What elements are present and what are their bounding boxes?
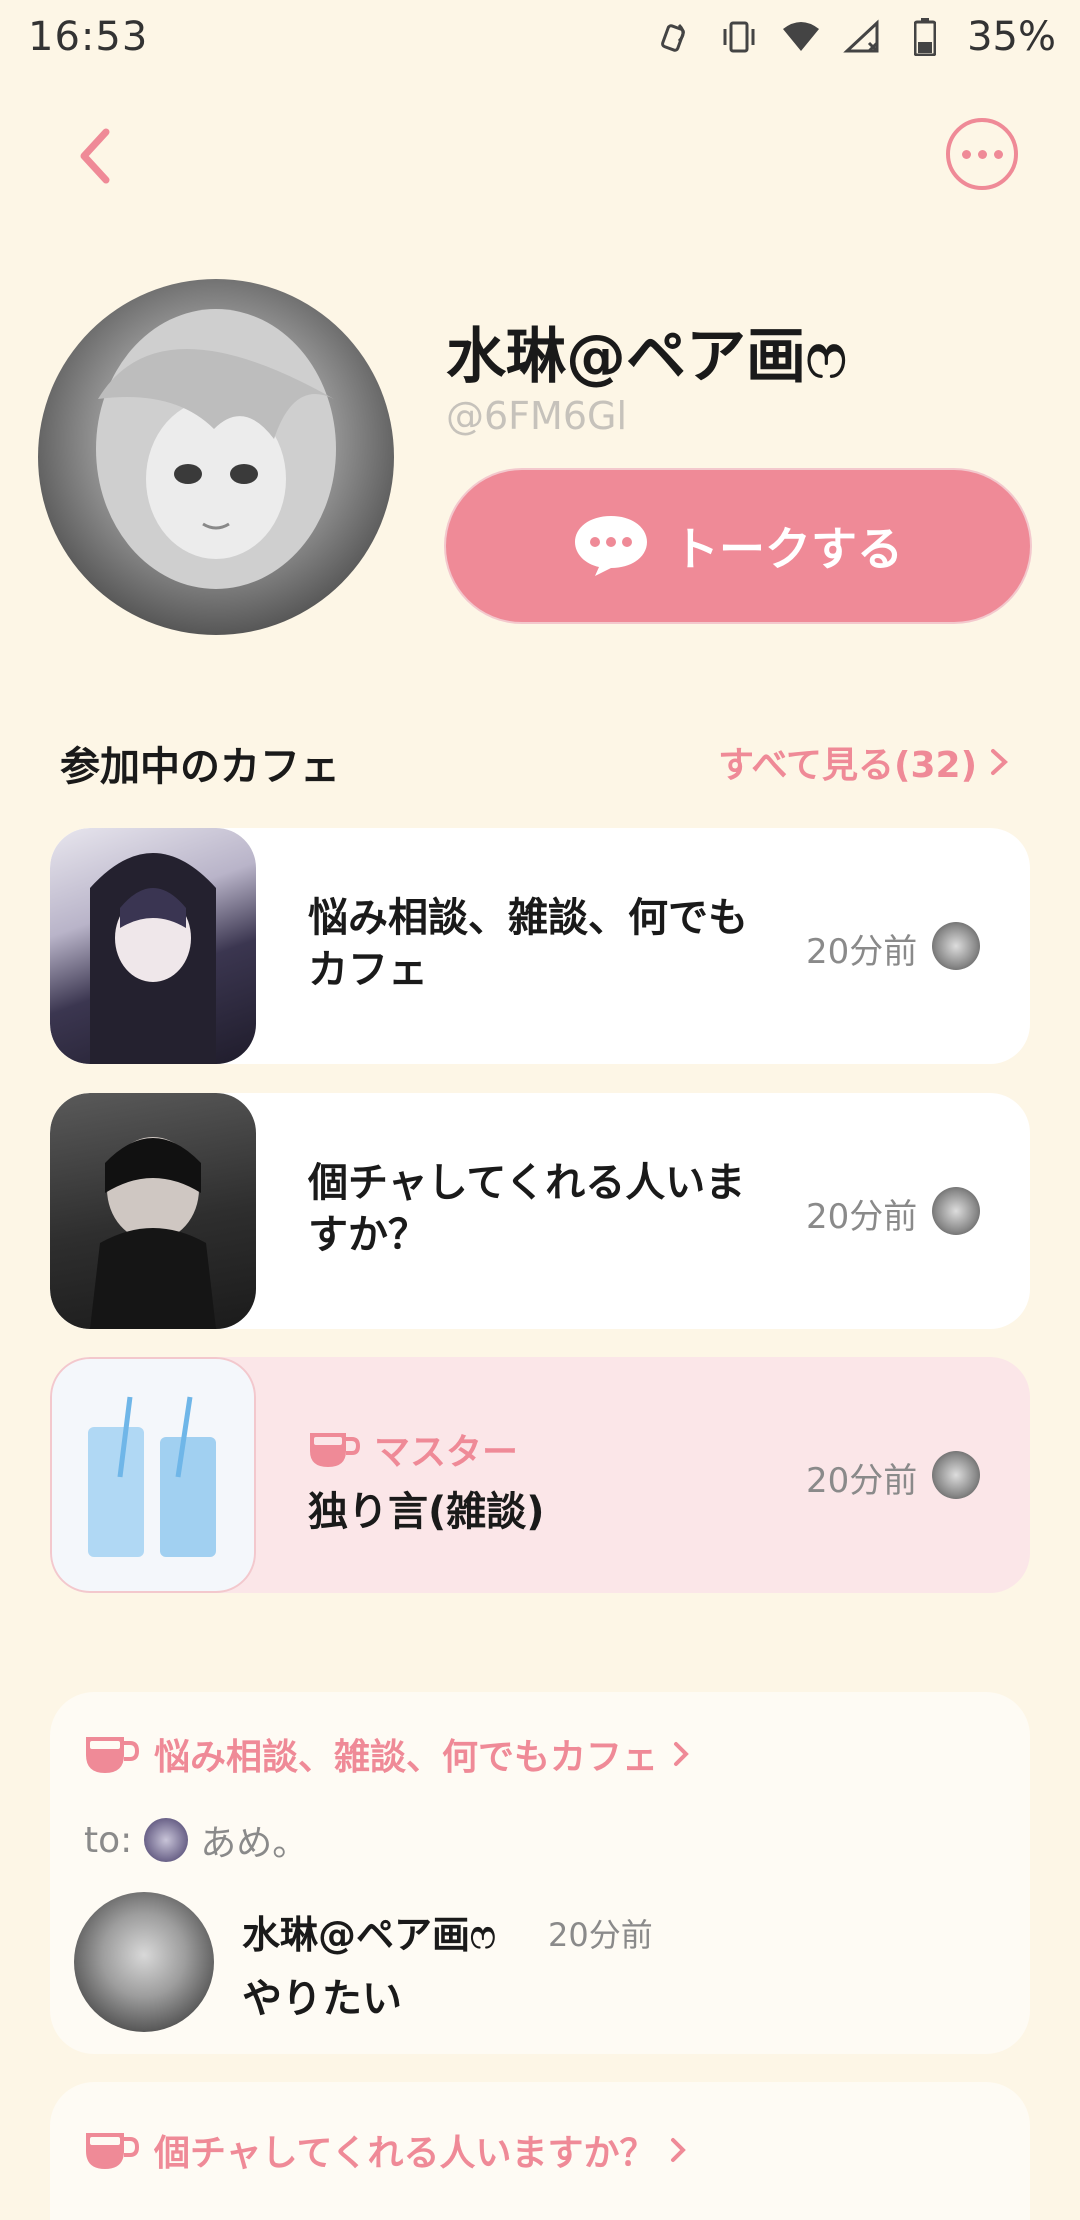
post-to-label: to: [84,1819,133,1861]
cafe-time: 20分前 [806,1461,918,1501]
post-cafe-link[interactable]: 悩み相談、雑談、何でもカフェ [84,1728,690,1780]
post-time: 20分前 [548,1916,653,1954]
nfc-icon [657,17,697,57]
talk-button-label: トークする [673,522,903,576]
coffee-cup-icon [86,2133,140,2169]
cafe-thumbnail [50,1093,256,1329]
talk-button[interactable]: トークする [446,470,1030,622]
see-all-cafes-link[interactable]: すべて見る(32) [718,736,1009,788]
chevron-left-icon [80,128,110,184]
cafe-title: 悩み相談、雑談、何でもカフェ [308,895,748,993]
wifi-icon [781,17,821,57]
post-author: 水琳@ペア画ෆ [242,1913,496,1957]
chevron-right-icon [674,1742,689,1766]
cafe-card[interactable]: 悩み相談、雑談、何でもカフェ 20分前 [50,828,1030,1064]
post-body: やりたい [242,1976,402,2022]
cafe-card[interactable]: 個チャしてくれる人いますか？ 20分前 [50,1093,1030,1329]
cafe-card-master[interactable]: マスター 独り言(雑談) 20分前 [50,1357,1030,1593]
profile-name: 水琳@ペア画ෆ [446,322,847,392]
back-button[interactable] [64,118,124,194]
cafe-member-avatar [932,922,980,970]
profile-handle: @6FM6Gl [446,394,628,438]
more-options-button[interactable] [946,118,1018,190]
signal-icon [843,17,883,57]
status-time: 16:53 [28,14,149,60]
profile-avatar [38,279,394,635]
cafe-thumbnail [50,828,256,1064]
post-recipient: to: あめ。 [84,1814,308,1866]
battery-percentage: 35% [967,14,1056,60]
recipient-avatar [144,1818,189,1862]
post-cafe-link[interactable]: 個チャしてくれる人いますか？ [84,2124,687,2176]
cafe-title: 独り言(雑談) [308,1489,545,1535]
post-card[interactable]: 個チャしてくれる人いますか？ [50,2082,1030,2220]
more-horizontal-icon [961,149,971,159]
master-badge-label: マスター [374,1432,519,1473]
cafes-heading: 参加中のカフェ [60,744,340,790]
chevron-right-icon [671,2138,687,2162]
coffee-cup-icon [310,1433,360,1467]
post-author-avatar[interactable] [74,1892,214,2032]
cafe-thumbnail [50,1357,256,1593]
cafe-member-avatar [932,1187,980,1235]
battery-icon [905,17,945,57]
cafe-time: 20分前 [806,932,918,972]
see-all-label: すべて見る(32) [718,745,978,786]
recipient-name: あめ。 [200,1823,309,1864]
chevron-right-icon [991,749,1009,775]
post-cafe-name: 個チャしてくれる人いますか？ [154,2133,656,2174]
status-icons: 35% [657,14,1056,60]
cafe-time: 20分前 [806,1197,918,1237]
cafe-member-avatar [932,1451,980,1499]
chat-bubble-icon [575,516,647,576]
vibrate-icon [719,17,759,57]
post-card[interactable]: 悩み相談、雑談、何でもカフェ to: あめ。 水琳@ペア画ෆ 20分前 やりたい [50,1692,1030,2054]
master-badge: マスター [308,1423,518,1475]
cafe-title: 個チャしてくれる人いますか？ [308,1160,746,1258]
coffee-cup-icon [86,1737,140,1773]
post-cafe-name: 悩み相談、雑談、何でもカフェ [154,1737,659,1778]
